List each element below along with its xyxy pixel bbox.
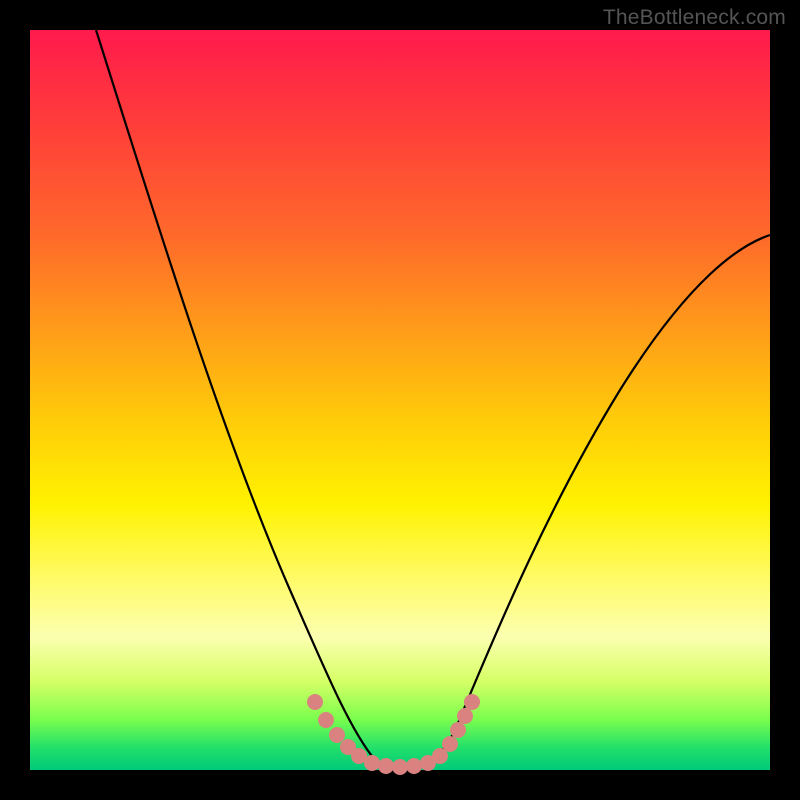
marker-dot (364, 755, 380, 771)
marker-dot (378, 758, 394, 774)
chart-svg (30, 30, 770, 770)
marker-dot (307, 694, 323, 710)
right-curve (400, 235, 770, 769)
marker-dot (457, 708, 473, 724)
marker-dot (464, 694, 480, 710)
marker-group (307, 694, 480, 775)
left-curve (96, 30, 400, 769)
watermark-text: TheBottleneck.com (603, 6, 786, 30)
marker-dot (406, 758, 422, 774)
marker-dot (329, 727, 345, 743)
marker-dot (450, 722, 466, 738)
marker-dot (442, 736, 458, 752)
marker-dot (392, 759, 408, 775)
marker-dot (318, 712, 334, 728)
gradient-plot-area (30, 30, 770, 770)
